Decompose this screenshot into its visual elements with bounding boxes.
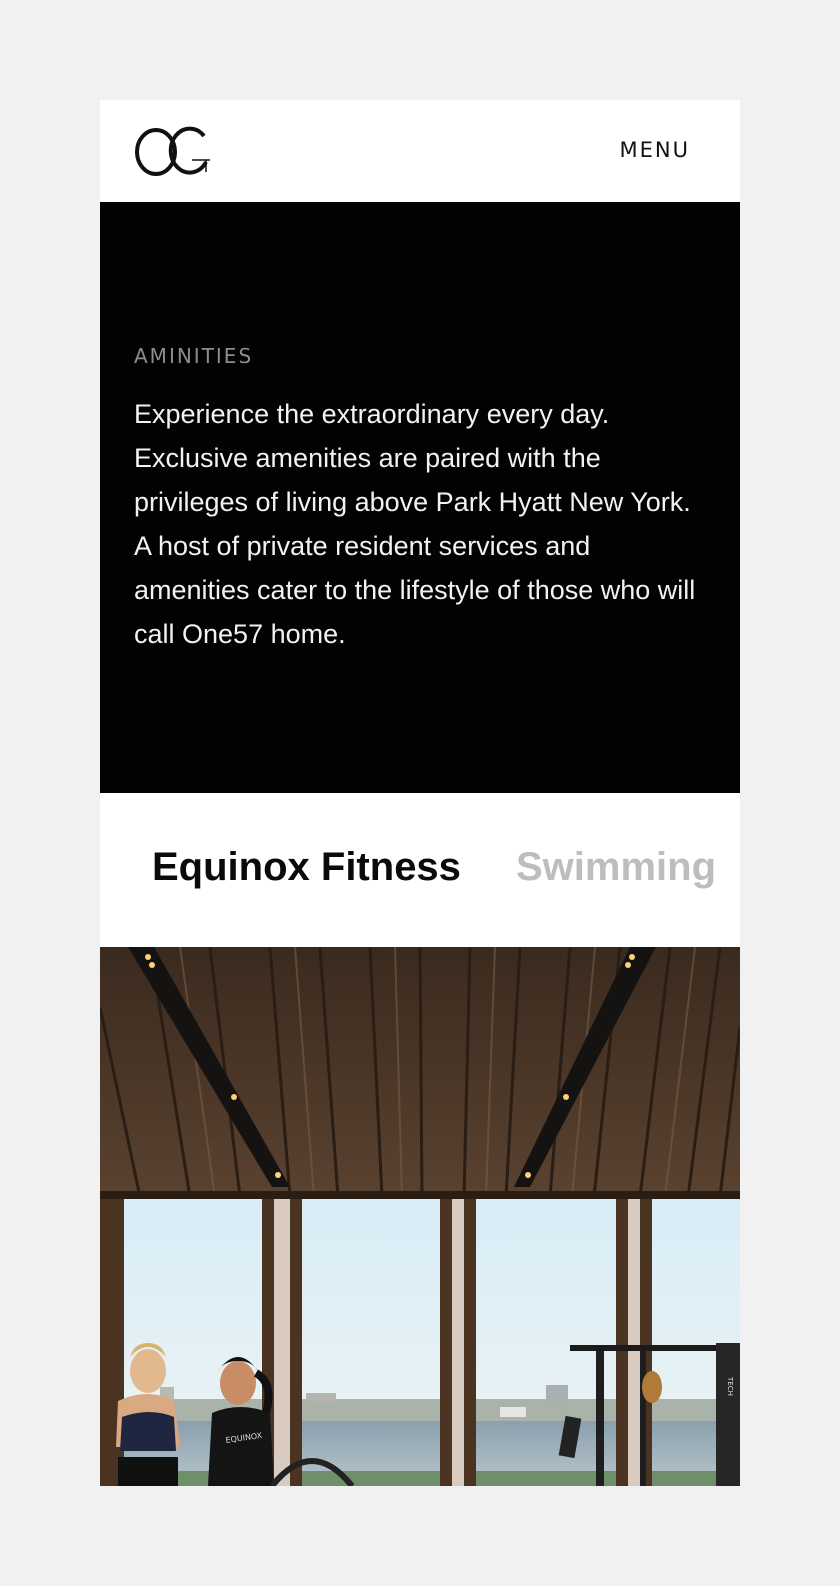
machine-label: TECH: [726, 1376, 734, 1396]
amenity-tabs: Equinox Fitness Swimming: [100, 793, 740, 947]
intro-paragraph: Experience the extraordinary every day. …: [134, 399, 696, 649]
fitness-photo: TECH EQUINOX: [100, 947, 740, 1486]
og-logo[interactable]: [134, 126, 212, 178]
site-header: MENU: [100, 100, 740, 202]
amenities-intro: AMINITIES Experience the extraordinary e…: [100, 202, 740, 793]
section-eyebrow: AMINITIES: [134, 344, 254, 368]
menu-button[interactable]: MENU: [620, 138, 690, 162]
tab-equinox-fitness[interactable]: Equinox Fitness: [152, 845, 461, 890]
mobile-page: MENU AMINITIES Experience the extraordin…: [100, 100, 740, 1486]
tab-swimming[interactable]: Swimming: [516, 845, 716, 890]
